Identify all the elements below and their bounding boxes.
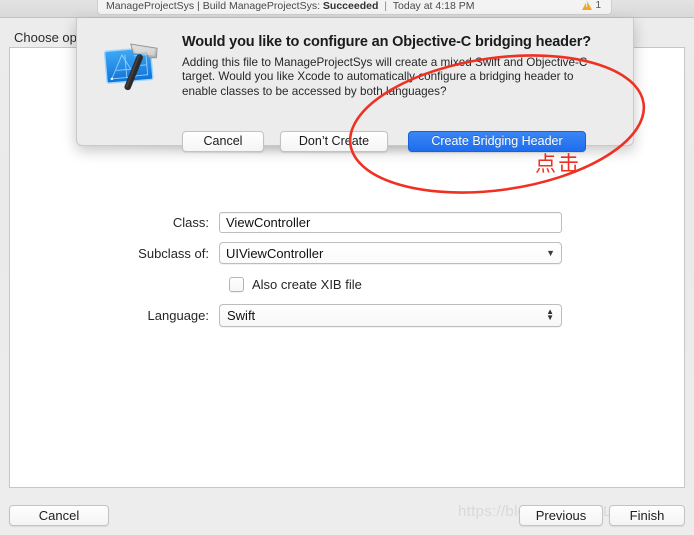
build-status-capsule[interactable]: ManageProjectSys | Build ManageProjectSy…: [97, 0, 612, 15]
warning-count: 1: [595, 0, 601, 11]
chevron-down-icon: ▼: [546, 247, 555, 258]
language-label: Language:: [147, 307, 209, 323]
dialog-create-bridging-header-button[interactable]: Create Bridging Header: [408, 130, 586, 152]
previous-button[interactable]: Previous: [519, 505, 603, 526]
dialog-button-row: Cancel Don’t Create Create Bridging Head…: [182, 130, 610, 152]
build-status-text: ManageProjectSys | Build ManageProjectSy…: [106, 0, 474, 12]
dialog-cancel-button[interactable]: Cancel: [182, 130, 264, 152]
also-create-xib-checkbox[interactable]: [229, 276, 244, 292]
class-input[interactable]: ViewController: [219, 211, 562, 233]
language-popup-button[interactable]: Swift ▲ ▼: [219, 303, 562, 327]
language-value: Swift: [227, 307, 256, 323]
language-row: Language: Swift ▲ ▼: [10, 303, 686, 327]
xib-checkbox-row[interactable]: Also create XIB file: [10, 273, 686, 295]
warning-triangle-icon: [582, 1, 593, 10]
bridging-header-dialog: Would you like to configure an Objective…: [76, 18, 634, 152]
also-create-xib-label: Also create XIB file: [252, 276, 362, 292]
cancel-button[interactable]: Cancel: [9, 505, 109, 526]
build-status-project: ManageProjectSys | Build ManageProjectSy…: [106, 0, 320, 12]
finish-button[interactable]: Finish: [609, 505, 685, 526]
class-row: Class: ViewController: [10, 211, 686, 233]
xcode-app-icon: [103, 43, 158, 91]
build-status-result: Succeeded: [322, 0, 379, 12]
subclass-value: UIViewController: [226, 245, 324, 261]
build-status-separator: |: [384, 0, 388, 12]
subclass-combobox[interactable]: UIViewController ▼: [219, 242, 562, 264]
build-status-timestamp: Today at 4:18 PM: [392, 0, 475, 12]
xcode-window: ManageProjectSys | Build ManageProjectSy…: [0, 0, 694, 535]
class-label: Class:: [172, 214, 209, 230]
dialog-message: Adding this file to ManageProjectSys wil…: [182, 56, 588, 98]
subclass-label: Subclass of:: [138, 245, 209, 261]
dialog-body: Would you like to configure an Objective…: [182, 34, 614, 99]
assistant-prompt-label: Choose op: [14, 30, 77, 45]
dialog-dont-create-button[interactable]: Don’t Create: [280, 130, 388, 152]
new-file-options-form: Class: ViewController Subclass of: UIVie…: [10, 211, 686, 335]
toolbar-status-bar: ManageProjectSys | Build ManageProjectSy…: [0, 0, 694, 18]
dialog-title: Would you like to configure an Objective…: [182, 34, 592, 50]
warning-indicator[interactable]: 1: [582, 0, 601, 11]
chevron-up-down-icon: ▲ ▼: [546, 307, 554, 322]
subclass-row: Subclass of: UIViewController ▼: [10, 242, 686, 264]
